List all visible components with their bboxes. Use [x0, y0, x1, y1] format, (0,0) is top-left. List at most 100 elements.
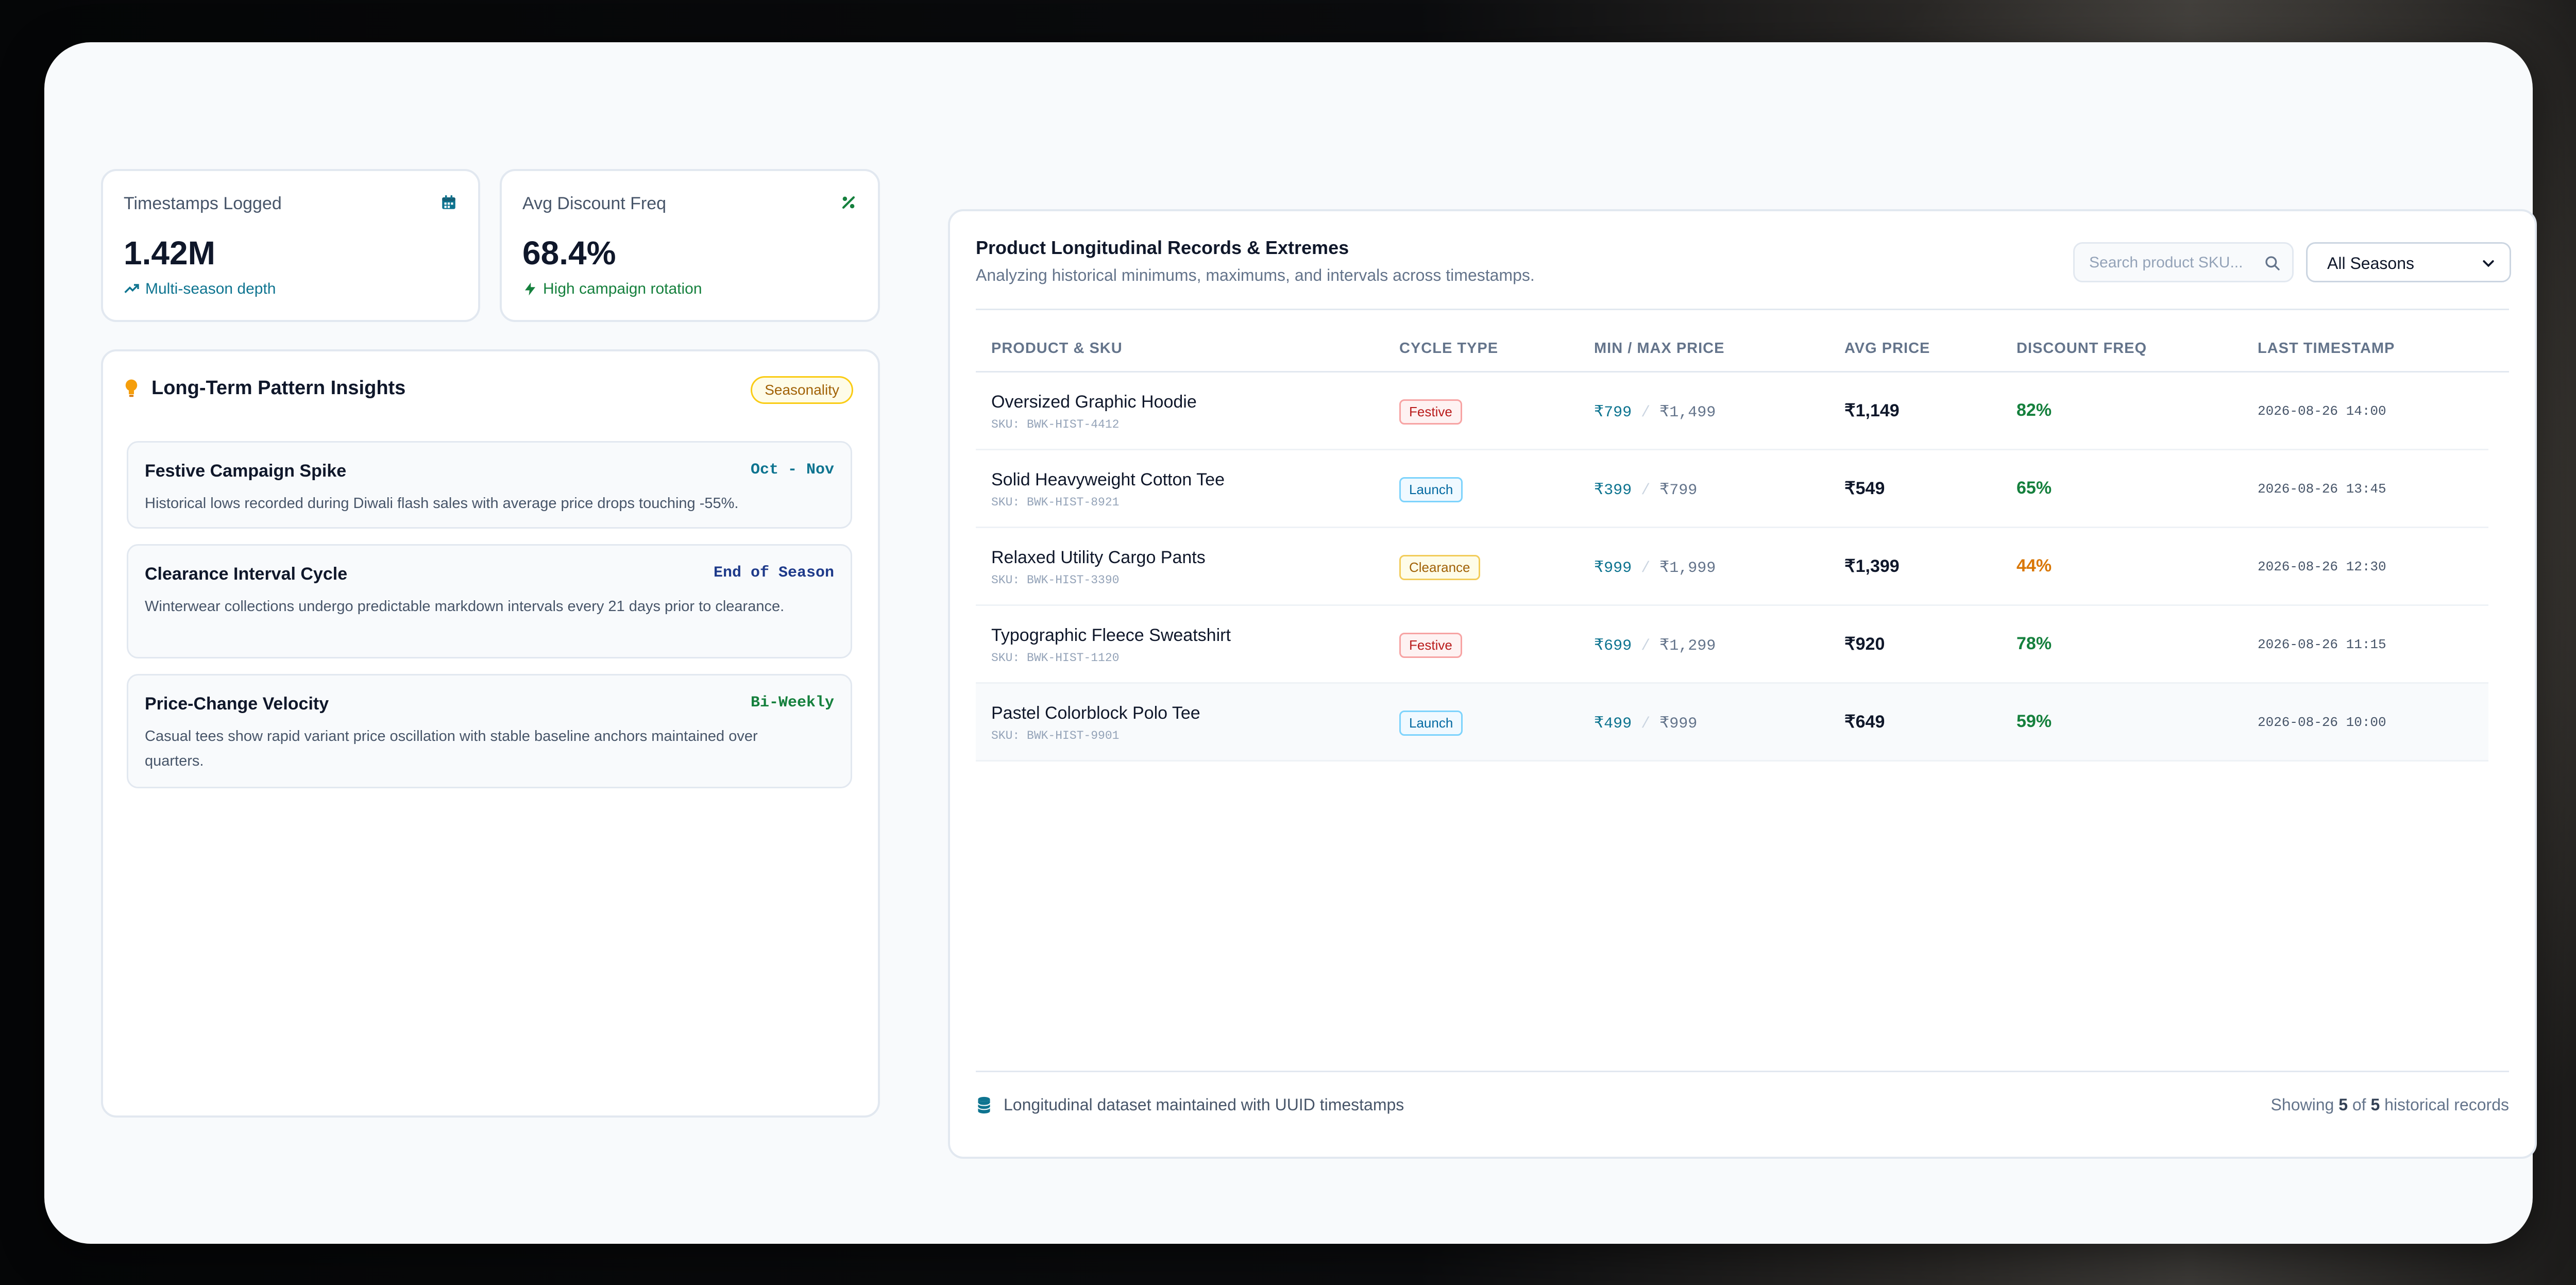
column-header-product[interactable]: PRODUCT & SKU [991, 340, 1123, 357]
footer-divider [976, 1071, 2509, 1072]
insight-tag: Bi-Weekly [750, 694, 834, 712]
calendar-icon [442, 195, 455, 209]
max-price: ₹1,299 [1659, 637, 1716, 655]
insight-title: Festive Campaign Spike [145, 461, 347, 481]
product-name: Relaxed Utility Cargo Pants [991, 548, 1206, 567]
cycle-badge: Clearance [1399, 555, 1480, 580]
kpi-trend-label: High campaign rotation [543, 280, 702, 297]
product-sku: SKU: BWK-HIST-9901 [991, 729, 1120, 742]
product-sku: SKU: BWK-HIST-8921 [991, 496, 1120, 509]
records-suffix: historical records [2384, 1095, 2509, 1114]
discount-freq: 59% [2016, 712, 2052, 731]
kpi-trend-label: Multi-season depth [145, 280, 276, 297]
insight-item[interactable]: Price-Change Velocity Bi-Weekly Casual t… [127, 674, 852, 788]
cycle-badge: Launch [1399, 477, 1463, 502]
insight-description: Casual tees show rapid variant price osc… [145, 728, 758, 769]
column-header-freq[interactable]: DISCOUNT FREQ [2016, 340, 2147, 357]
kpi-trend: High campaign rotation [522, 280, 702, 298]
min-price: ₹799 [1594, 404, 1632, 421]
product-name: Oversized Graphic Hoodie [991, 392, 1197, 412]
product-sku: SKU: BWK-HIST-1120 [991, 651, 1120, 665]
cycle-badge: Festive [1399, 399, 1462, 425]
lightbulb-icon [125, 379, 138, 397]
insights-card: Long-Term Pattern Insights Seasonality F… [101, 349, 880, 1118]
kpi-trend: Multi-season depth [124, 280, 276, 298]
kpi-label: Avg Discount Freq [522, 194, 667, 213]
showing-label: Showing [2270, 1095, 2334, 1114]
column-header-avg[interactable]: AVG PRICE [1844, 340, 1930, 357]
max-price: ₹1,999 [1659, 560, 1716, 577]
max-price: ₹999 [1659, 715, 1698, 733]
database-icon [977, 1096, 991, 1113]
insight-title: Clearance Interval Cycle [145, 564, 348, 584]
column-header-price[interactable]: MIN / MAX PRICE [1594, 340, 1724, 357]
total-count: 5 [2370, 1095, 2380, 1114]
table-row[interactable]: Solid Heavyweight Cotton Tee SKU: BWK-HI… [976, 450, 2488, 528]
insight-item[interactable]: Clearance Interval Cycle End of Season W… [127, 544, 852, 658]
insight-item[interactable]: Festive Campaign Spike Oct - Nov Histori… [127, 441, 852, 529]
search-placeholder: Search product SKU... [2089, 254, 2243, 271]
discount-freq: 78% [2016, 634, 2052, 653]
of-label: of [2352, 1095, 2366, 1114]
records-title: Product Longitudinal Records & Extremes [976, 237, 1349, 258]
avg-price: ₹649 [1844, 712, 1885, 732]
table-row[interactable]: Relaxed Utility Cargo Pants SKU: BWK-HIS… [976, 528, 2488, 606]
season-select[interactable]: All Seasons [2306, 242, 2511, 282]
cycle-badge: Festive [1399, 633, 1462, 658]
price-range: ₹999 / ₹1,999 [1594, 560, 1716, 577]
product-name: Typographic Fleece Sweatshirt [991, 625, 1231, 645]
column-header-cycle[interactable]: CYCLE TYPE [1399, 340, 1498, 357]
last-timestamp: 2026-08-26 10:00 [2258, 715, 2386, 730]
insight-tag: End of Season [713, 564, 834, 582]
table-row[interactable]: Oversized Graphic Hoodie SKU: BWK-HIST-4… [976, 373, 2488, 450]
insight-title: Price-Change Velocity [145, 694, 329, 714]
dataset-note-text: Longitudinal dataset maintained with UUI… [1004, 1095, 1404, 1114]
kpi-card-discount: Avg Discount Freq 68.4% High campaign ro… [500, 169, 880, 322]
avg-price: ₹549 [1844, 479, 1885, 498]
product-sku: SKU: BWK-HIST-4412 [991, 418, 1120, 431]
app-window: Timestamps Logged 1.42M Multi-season dep… [44, 42, 2537, 1244]
min-price: ₹399 [1594, 482, 1632, 499]
season-select-value: All Seasons [2327, 254, 2414, 273]
product-name: Solid Heavyweight Cotton Tee [991, 470, 1225, 489]
insight-description: Winterwear collections undergo predictab… [145, 598, 785, 615]
chevron-down-icon [2483, 260, 2494, 267]
trending-up-icon [124, 284, 139, 293]
seasonality-badge: Seasonality [751, 376, 853, 404]
min-price: ₹999 [1594, 560, 1632, 577]
dataset-note: Longitudinal dataset maintained with UUI… [976, 1095, 1404, 1114]
discount-freq: 82% [2016, 400, 2052, 420]
table-row[interactable]: Typographic Fleece Sweatshirt SKU: BWK-H… [976, 606, 2488, 684]
column-header-timestamp[interactable]: LAST TIMESTAMP [2258, 340, 2395, 357]
records-panel: Product Longitudinal Records & Extremes … [948, 209, 2537, 1159]
max-price: ₹1,499 [1659, 404, 1716, 421]
discount-freq: 65% [2016, 478, 2052, 498]
search-icon [2265, 256, 2280, 270]
product-sku: SKU: BWK-HIST-3390 [991, 573, 1120, 587]
last-timestamp: 2026-08-26 14:00 [2258, 403, 2386, 419]
insights-header: Long-Term Pattern Insights [124, 377, 405, 399]
divider [976, 309, 2509, 310]
records-count: Showing 5 of 5 historical records [2271, 1095, 2509, 1114]
table-row[interactable]: Pastel Colorblock Polo Tee SKU: BWK-HIST… [976, 684, 2488, 762]
last-timestamp: 2026-08-26 12:30 [2258, 559, 2386, 574]
discount-freq: 44% [2016, 556, 2052, 576]
cycle-badge: Launch [1399, 711, 1463, 736]
lightning-icon [525, 282, 535, 296]
max-price: ₹799 [1659, 482, 1698, 499]
price-range: ₹499 / ₹999 [1594, 715, 1698, 733]
kpi-card-timestamps: Timestamps Logged 1.42M Multi-season dep… [101, 169, 480, 322]
product-name: Pastel Colorblock Polo Tee [991, 703, 1200, 723]
insights-title: Long-Term Pattern Insights [151, 377, 406, 399]
kpi-value: 68.4% [522, 234, 616, 272]
percent-icon [842, 196, 855, 209]
kpi-label: Timestamps Logged [124, 194, 282, 213]
search-input[interactable]: Search product SKU... [2073, 242, 2294, 282]
price-range: ₹399 / ₹799 [1594, 482, 1698, 499]
showing-count: 5 [2338, 1095, 2348, 1114]
avg-price: ₹1,399 [1844, 556, 1900, 576]
avg-price: ₹1,149 [1844, 401, 1900, 420]
kpi-value: 1.42M [124, 234, 215, 272]
price-range: ₹799 / ₹1,499 [1594, 404, 1716, 421]
records-subtitle: Analyzing historical minimums, maximums,… [976, 266, 1535, 284]
